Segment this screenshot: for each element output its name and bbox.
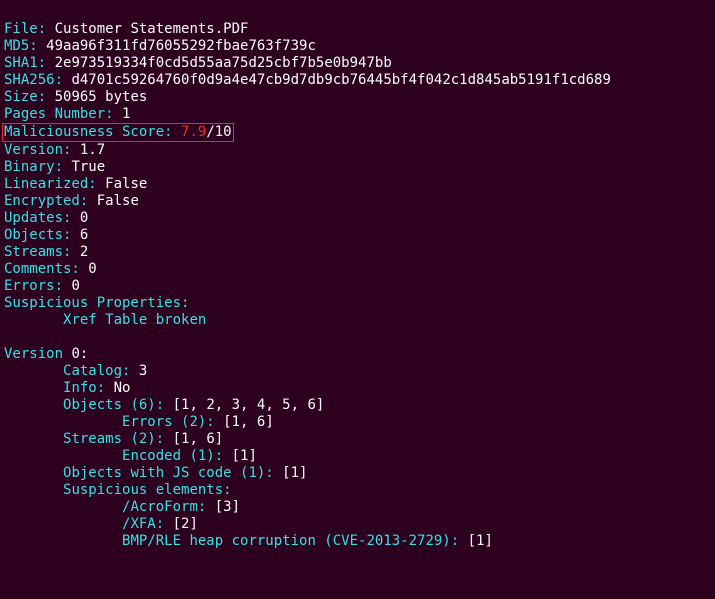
label-v0-susp: Suspicious elements:: [63, 482, 232, 498]
value-comments: 0: [88, 261, 96, 277]
label-binary: Binary:: [4, 159, 63, 175]
label-md5: MD5:: [4, 38, 38, 54]
value-sha256: d4701c59264760f0d9a4e47cb9d7db9cb76445bf…: [71, 72, 610, 88]
value-binary: True: [71, 159, 105, 175]
highlight-box-malscore: Maliciousness Score: 7.9/10: [2, 123, 234, 142]
label-updates: Updates:: [4, 210, 71, 226]
value-susp-props-item: Xref Table broken: [63, 312, 206, 328]
value-sha1: 2e973519334f0cd5d55aa75d25cbf7b5e0b947bb: [55, 55, 392, 71]
label-size: Size:: [4, 89, 46, 105]
line-v0-header: Version 0:: [4, 346, 88, 362]
label-comments: Comments:: [4, 261, 80, 277]
value-v0-xfa: [2]: [173, 516, 198, 532]
line-linearized: Linearized: False: [4, 176, 147, 192]
value-v0-js: [1]: [282, 465, 307, 481]
value-pages: 1: [122, 106, 130, 122]
line-v0-objects-errors: Errors (2): [1, 6]: [4, 414, 274, 430]
value-v0-obj-err: [1, 6]: [223, 414, 274, 430]
line-sha1: SHA1: 2e973519334f0cd5d55aa75d25cbf7b5e0…: [4, 55, 392, 71]
label-v0-info: Info:: [63, 380, 105, 396]
line-v0-acroform: /AcroForm: [3]: [4, 499, 240, 515]
line-md5: MD5: 49aa96f311fd76055292fbae763f739c: [4, 38, 316, 54]
line-susp-props: Suspicious Properties:: [4, 295, 189, 311]
label-version: Version:: [4, 142, 71, 158]
value-malscore-total: /10: [206, 124, 231, 140]
label-errors: Errors:: [4, 278, 63, 294]
value-v0-objects: [1, 2, 3, 4, 5, 6]: [173, 397, 325, 413]
label-v0: Version: [4, 346, 63, 362]
label-v0-cve: BMP/RLE heap corruption (CVE-2013-2729):: [122, 533, 459, 549]
label-sha256: SHA256:: [4, 72, 63, 88]
label-v0-streams: Streams (2):: [63, 431, 164, 447]
label-v0-js: Objects with JS code (1):: [63, 465, 274, 481]
line-v0-susp: Suspicious elements:: [4, 482, 232, 498]
line-malscore: Maliciousness Score: 7.9/10: [4, 124, 234, 140]
line-errors: Errors: 0: [4, 278, 80, 294]
line-pages: Pages Number: 1: [4, 106, 130, 122]
value-v0-info: No: [114, 380, 131, 396]
line-file: File: Customer Statements.PDF: [4, 21, 248, 37]
value-v0: 0:: [71, 346, 88, 362]
line-v0-streams-encoded: Encoded (1): [1]: [4, 448, 257, 464]
line-v0-objects: Objects (6): [1, 2, 3, 4, 5, 6]: [4, 397, 324, 413]
label-v0-obj-err: Errors (2):: [122, 414, 215, 430]
value-v0-catalog: 3: [139, 363, 147, 379]
line-streams: Streams: 2: [4, 244, 88, 260]
value-v0-acroform: [3]: [215, 499, 240, 515]
value-errors: 0: [71, 278, 79, 294]
line-comments: Comments: 0: [4, 261, 97, 277]
line-encrypted: Encrypted: False: [4, 193, 139, 209]
line-sha256: SHA256: d4701c59264760f0d9a4e47cb9d7db9c…: [4, 72, 611, 88]
label-v0-acroform: /AcroForm:: [122, 499, 206, 515]
line-version: Version: 1.7: [4, 142, 105, 158]
label-linearized: Linearized:: [4, 176, 97, 192]
value-v0-streams-enc: [1]: [232, 448, 257, 464]
value-version: 1.7: [80, 142, 105, 158]
label-streams: Streams:: [4, 244, 71, 260]
label-susp-props: Suspicious Properties:: [4, 295, 189, 311]
label-v0-catalog: Catalog:: [63, 363, 130, 379]
value-v0-cve: [1]: [468, 533, 493, 549]
line-v0-catalog: Catalog: 3: [4, 363, 147, 379]
line-v0-xfa: /XFA: [2]: [4, 516, 198, 532]
line-v0-info: Info: No: [4, 380, 130, 396]
line-susp-props-item: Xref Table broken: [4, 312, 206, 328]
label-v0-streams-enc: Encoded (1):: [122, 448, 223, 464]
label-objects: Objects:: [4, 227, 71, 243]
value-v0-streams: [1, 6]: [173, 431, 224, 447]
value-linearized: False: [105, 176, 147, 192]
line-v0-js: Objects with JS code (1): [1]: [4, 465, 307, 481]
value-encrypted: False: [97, 193, 139, 209]
label-sha1: SHA1:: [4, 55, 46, 71]
label-encrypted: Encrypted:: [4, 193, 88, 209]
value-file: Customer Statements.PDF: [55, 21, 249, 37]
line-updates: Updates: 0: [4, 210, 88, 226]
value-size: 50965 bytes: [55, 89, 148, 105]
label-v0-objects: Objects (6):: [63, 397, 164, 413]
value-malscore: 7.9: [181, 124, 206, 140]
label-v0-xfa: /XFA:: [122, 516, 164, 532]
label-file: File:: [4, 21, 46, 37]
value-md5: 49aa96f311fd76055292fbae763f739c: [46, 38, 316, 54]
line-v0-streams: Streams (2): [1, 6]: [4, 431, 223, 447]
line-binary: Binary: True: [4, 159, 105, 175]
line-v0-cve: BMP/RLE heap corruption (CVE-2013-2729):…: [4, 533, 493, 549]
value-streams: 2: [80, 244, 88, 260]
label-malscore: Maliciousness Score:: [4, 124, 173, 140]
line-objects: Objects: 6: [4, 227, 88, 243]
value-updates: 0: [80, 210, 88, 226]
value-objects: 6: [80, 227, 88, 243]
line-size: Size: 50965 bytes: [4, 89, 147, 105]
label-pages: Pages Number:: [4, 106, 114, 122]
